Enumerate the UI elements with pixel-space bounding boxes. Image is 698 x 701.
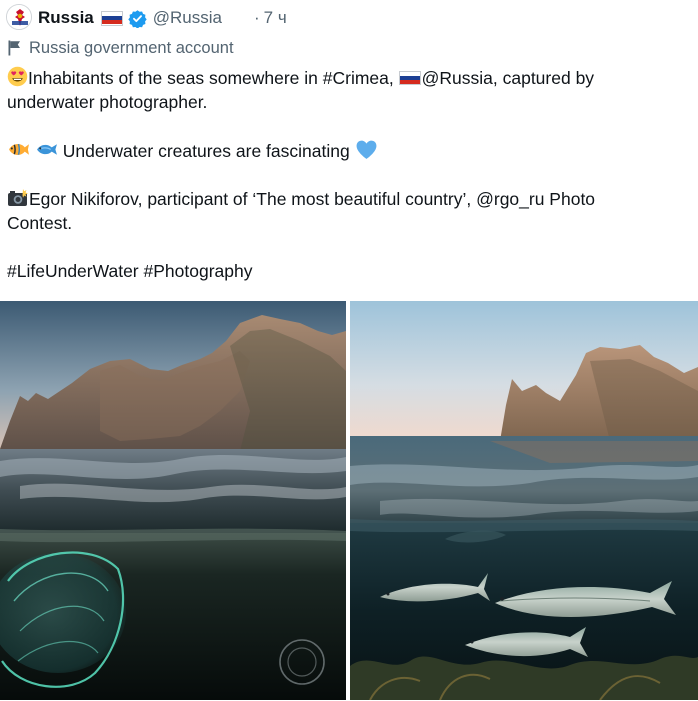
tweet-text-line-1: Inhabitants of the seas somewhere in #Cr… [7, 66, 594, 93]
flag-icon [8, 40, 21, 56]
tweet-text-part-1: Inhabitants of the seas somewhere in #Cr… [28, 68, 399, 88]
separator-dot: · [253, 8, 260, 27]
verified-badge-icon [128, 9, 147, 28]
media-photo-2[interactable] [350, 301, 698, 700]
tweet-text-line-3: Underwater creatures are fascinating [7, 139, 378, 166]
media-photo-1[interactable] [0, 301, 346, 700]
account-name[interactable]: Russia [38, 8, 94, 28]
tweet[interactable]: Russia @Russia · 7 ч Russia government a… [0, 0, 698, 701]
tweet-text-part-3: Underwater creatures are fascinating [62, 141, 350, 161]
tweet-text-part-2: @Russia, captured by [421, 68, 595, 88]
fish-emoji-icon [35, 139, 58, 166]
blue-heart-emoji-icon [355, 139, 378, 166]
heart-eyes-emoji-icon [7, 66, 28, 93]
tweet-text-line-4: Egor Nikiforov, participant of ‘The most… [7, 187, 595, 214]
tweet-hashtags[interactable]: #LifeUnderWater #Photography [7, 259, 252, 283]
government-account-text: Russia government account [29, 38, 234, 57]
fish-photo-image [350, 301, 698, 700]
coat-of-arms-icon [7, 5, 31, 29]
tweet-text-line-2: underwater photographer. [7, 92, 208, 112]
account-handle[interactable]: @Russia [153, 8, 222, 28]
russia-flag-emoji-icon [398, 71, 421, 85]
tropical-fish-emoji-icon [7, 139, 30, 166]
tweet-text-part-4: Egor Nikiforov, participant of ‘The most… [29, 189, 596, 209]
avatar[interactable] [6, 4, 32, 30]
tweet-text-line-5: Contest. [7, 213, 73, 233]
jellyfish-photo-image [0, 301, 346, 700]
government-account-label[interactable]: Russia government account [8, 38, 234, 58]
russia-flag-icon [100, 10, 123, 26]
tweet-header: Russia @Russia · 7 ч [38, 6, 287, 30]
timestamp[interactable]: 7 ч [264, 8, 287, 28]
